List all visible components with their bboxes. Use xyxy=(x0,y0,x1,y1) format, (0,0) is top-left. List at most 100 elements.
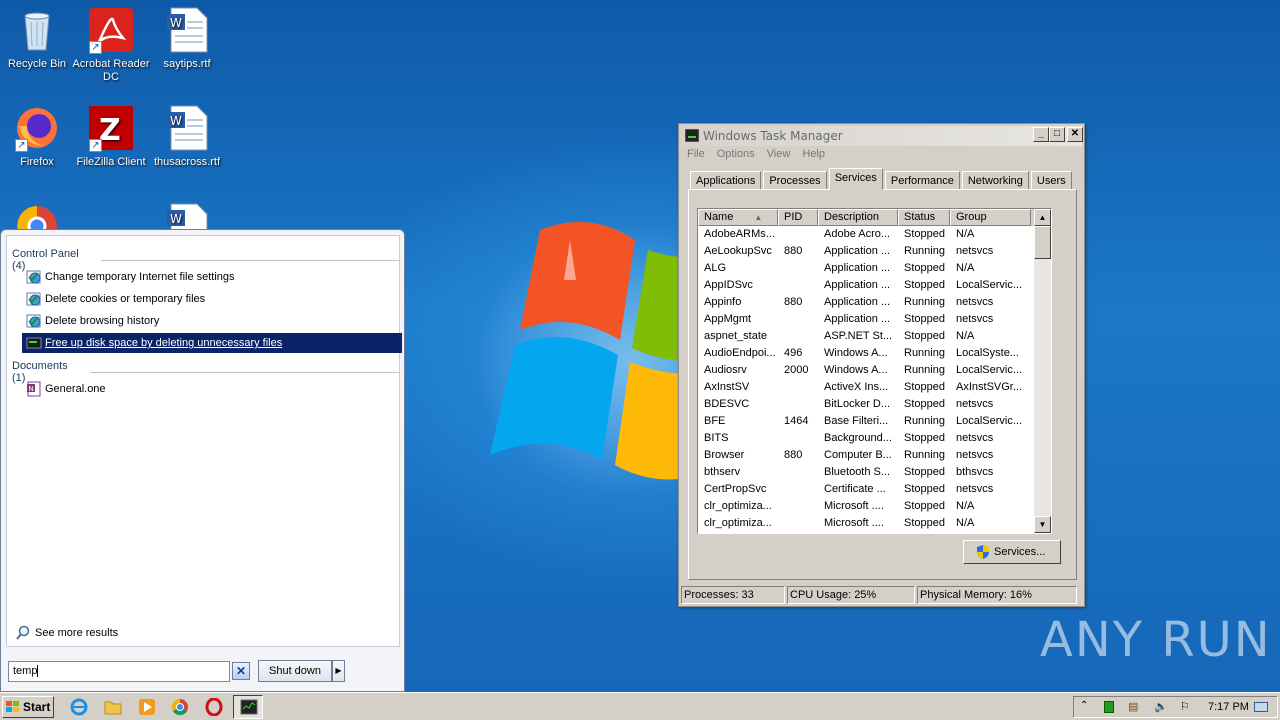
service-pid xyxy=(778,226,818,243)
svg-text:W: W xyxy=(170,114,182,128)
internet-explorer-icon[interactable] xyxy=(70,698,88,716)
see-more-results-link[interactable]: See more results xyxy=(15,625,118,641)
column-header-status[interactable]: Status xyxy=(898,209,950,226)
action-center-flag-icon[interactable]: ⚐ xyxy=(1180,700,1190,713)
show-desktop-icon[interactable] xyxy=(1254,702,1268,712)
service-row[interactable]: AdobeARMs... Adobe Acro... Stopped N/A xyxy=(698,226,1051,243)
service-row[interactable]: bthserv Bluetooth S... Stopped bthsvcs xyxy=(698,464,1051,481)
service-row[interactable]: aspnet_state ASP.NET St... Stopped N/A xyxy=(698,328,1051,345)
result-temp-internet-settings[interactable]: Change temporary Internet file settings xyxy=(22,267,402,287)
service-row[interactable]: Appinfo 880 Application ... Running netsvcs xyxy=(698,294,1051,311)
desktop-icon-thusacross[interactable]: W thusacross.rtf xyxy=(148,104,226,169)
taskbar-task-manager-button[interactable] xyxy=(233,695,263,719)
media-player-icon[interactable] xyxy=(138,698,156,716)
service-row[interactable]: Audiosrv 2000 Windows A... Running LocalServ… xyxy=(698,362,1051,379)
service-row[interactable]: BFE 1464 Base Filteri... Running LocalServic… xyxy=(698,413,1051,430)
service-description: Application ... xyxy=(824,313,891,325)
service-name: CertPropSvc xyxy=(704,483,767,495)
service-row[interactable]: clr_optimiza... Microsoft .... Stopped N/A xyxy=(698,515,1051,532)
result-general-one[interactable]: N General.one xyxy=(22,379,402,399)
service-status: Stopped xyxy=(904,313,945,325)
scroll-thumb[interactable] xyxy=(1034,226,1051,259)
service-row[interactable]: CertPropSvc Certificate ... Stopped netsvcs xyxy=(698,481,1051,498)
chrome-icon[interactable] xyxy=(171,698,189,716)
column-header-name[interactable]: Name ▲ xyxy=(698,209,778,226)
service-pid: 880 xyxy=(784,296,803,308)
service-group: N/A xyxy=(956,228,975,240)
start-search-input[interactable]: temp xyxy=(8,661,230,682)
service-pid xyxy=(778,464,818,481)
tab-performance[interactable]: Performance xyxy=(884,171,960,190)
minimize-button[interactable]: _ xyxy=(1033,127,1049,142)
service-name: AeLookupSvc xyxy=(704,245,772,257)
taskbar: Start ⌃ ▤ 🔈 ⚐ 7:17 PM xyxy=(0,692,1280,720)
tab-services[interactable]: Services xyxy=(828,168,883,190)
clear-search-icon[interactable]: ✕ xyxy=(232,662,250,680)
services-rows: AdobeARMs... Adobe Acro... Stopped N/A AeLoo… xyxy=(698,226,1051,532)
menu-help[interactable]: Help xyxy=(802,148,825,160)
services-scrollbar[interactable]: ▲ ▼ xyxy=(1034,209,1051,533)
service-row[interactable]: AeLookupSvc 880 Application ... Running nets… xyxy=(698,243,1051,260)
tab-processes[interactable]: Processes xyxy=(763,171,827,190)
service-row[interactable]: AudioEndpoi... 496 Windows A... Running Loca… xyxy=(698,345,1051,362)
desktop-icon-filezilla[interactable]: Z ↗ FileZilla Client xyxy=(72,104,150,169)
service-pid: 2000 xyxy=(784,364,809,376)
result-delete-browsing-history[interactable]: Delete browsing history xyxy=(22,311,402,331)
service-row[interactable]: clr_optimiza... Microsoft .... Stopped N/A xyxy=(698,498,1051,515)
service-name: clr_optimiza... xyxy=(704,500,772,512)
svg-text:W: W xyxy=(170,16,182,30)
word-doc-icon: W xyxy=(163,104,211,152)
services-list[interactable]: Name ▲ PID Description Status Group Adob… xyxy=(697,208,1052,534)
acrobat-icon: ↗ xyxy=(87,6,135,54)
service-name: BITS xyxy=(704,432,729,444)
desktop-icon-recycle-bin[interactable]: Recycle Bin xyxy=(0,6,76,71)
shutdown-button[interactable]: Shut down xyxy=(258,660,332,682)
menu-options[interactable]: Options xyxy=(717,148,755,160)
task-manager-titlebar[interactable]: Windows Task Manager xyxy=(681,126,1082,146)
shutdown-options-arrow-icon[interactable]: ▶ xyxy=(332,660,345,682)
tab-users[interactable]: Users xyxy=(1030,171,1072,190)
folder-icon[interactable] xyxy=(104,698,122,716)
show-hidden-icons-chevron-icon[interactable]: ⌃ xyxy=(1080,700,1088,711)
service-row[interactable]: AppIDSvc Application ... Stopped LocalServi… xyxy=(698,277,1051,294)
scroll-down-icon[interactable]: ▼ xyxy=(1034,516,1051,533)
taskbar-clock[interactable]: 7:17 PM xyxy=(1208,701,1249,713)
service-row[interactable]: AppMgmt Application ... Stopped netsvcs xyxy=(698,311,1051,328)
service-row[interactable]: ALG Application ... Stopped N/A xyxy=(698,260,1051,277)
desktop-icon-acrobat[interactable]: ↗ Acrobat Reader DC xyxy=(72,6,150,84)
result-delete-cookies[interactable]: Delete cookies or temporary files xyxy=(22,289,402,309)
service-row[interactable]: BITS Background... Stopped netsvcs xyxy=(698,430,1051,447)
menu-file[interactable]: File xyxy=(687,148,705,160)
network-status-icon[interactable] xyxy=(1104,701,1114,713)
service-row[interactable]: Browser 880 Computer B... Running netsvcs xyxy=(698,447,1051,464)
window-title: Windows Task Manager xyxy=(703,129,843,143)
tab-applications[interactable]: Applications xyxy=(690,171,762,190)
services-list-header: Name ▲ PID Description Status Group xyxy=(698,209,1051,226)
service-row[interactable]: AxInstSV ActiveX Ins... Stopped AxInstSVGr.… xyxy=(698,379,1051,396)
menu-view[interactable]: View xyxy=(767,148,791,160)
service-status: Stopped xyxy=(904,398,945,410)
maximize-button[interactable]: □ xyxy=(1049,127,1065,142)
task-manager-icon xyxy=(685,129,699,142)
column-header-group[interactable]: Group xyxy=(950,209,1031,226)
column-header-description[interactable]: Description xyxy=(818,209,898,226)
update-icon[interactable]: ▤ xyxy=(1128,700,1138,713)
service-row[interactable]: BDESVC BitLocker D... Stopped netsvcs xyxy=(698,396,1051,413)
service-pid xyxy=(778,396,818,413)
start-button[interactable]: Start xyxy=(2,696,54,718)
scroll-up-icon[interactable]: ▲ xyxy=(1034,209,1051,226)
service-group: AxInstSVGr... xyxy=(956,381,1023,393)
opera-icon[interactable] xyxy=(205,698,223,716)
column-header-pid[interactable]: PID xyxy=(778,209,818,226)
service-pid: 496 xyxy=(784,347,803,359)
open-services-button[interactable]: Services... xyxy=(963,540,1061,564)
desktop-icon-firefox[interactable]: ↗ Firefox xyxy=(0,104,76,169)
service-group: N/A xyxy=(956,262,975,274)
volume-icon[interactable]: 🔈 xyxy=(1154,700,1168,713)
service-status: Running xyxy=(904,449,945,461)
desktop-icon-saytips[interactable]: W saytips.rtf xyxy=(148,6,226,71)
result-free-up-disk-space[interactable]: Free up disk space by deleting unnecessa… xyxy=(22,333,402,353)
tab-networking[interactable]: Networking xyxy=(961,171,1029,190)
close-button[interactable]: ✕ xyxy=(1067,127,1083,142)
task-manager-icon xyxy=(240,699,258,715)
